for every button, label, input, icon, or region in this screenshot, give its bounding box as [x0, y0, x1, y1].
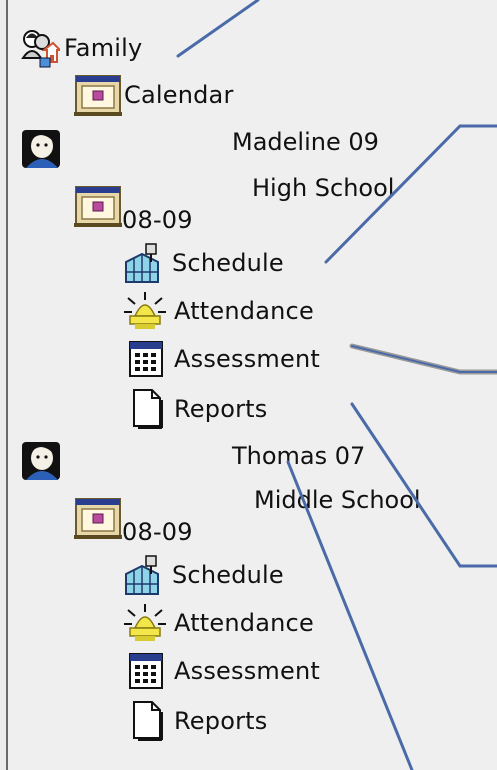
reports-icon [130, 388, 164, 430]
reports-label: Reports [174, 395, 268, 423]
calendar-icon [74, 72, 122, 118]
tree-node-student-thomas[interactable] [20, 440, 62, 482]
family-icon [20, 28, 60, 68]
tree-node-term-madeline[interactable]: 08-09 [74, 178, 193, 234]
tree-node-schedule-madeline[interactable]: Schedule [122, 242, 284, 284]
schedule-icon [122, 242, 162, 284]
reports-icon [130, 700, 164, 742]
tree-node-calendar[interactable]: Calendar [74, 72, 234, 118]
tree-node-family[interactable]: Family [20, 28, 142, 68]
tree-node-assessment-thomas[interactable]: Assessment [128, 652, 320, 690]
calendar-label: Calendar [124, 81, 234, 109]
calendar-icon [74, 495, 122, 541]
attendance-label: Attendance [174, 609, 314, 637]
assessment-label: Assessment [174, 657, 320, 685]
navigation-tree-panel: Family Calendar Madeline 09 High School … [6, 0, 497, 770]
attendance-label: Attendance [174, 297, 314, 325]
tree-node-attendance-madeline[interactable]: Attendance [122, 290, 314, 332]
schedule-icon [122, 554, 162, 596]
student-name-thomas: Thomas 07 [232, 442, 366, 470]
tree-node-reports-madeline[interactable]: Reports [130, 388, 267, 430]
tree-node-assessment-madeline[interactable]: Assessment [128, 340, 320, 378]
attendance-icon [122, 602, 168, 644]
student-school-madeline: High School [252, 174, 395, 202]
assessment-label: Assessment [174, 345, 320, 373]
student-icon [20, 440, 62, 482]
schedule-label: Schedule [172, 249, 284, 277]
term-label-thomas: 08-09 [122, 518, 193, 546]
family-label: Family [64, 34, 143, 62]
tree-node-term-thomas[interactable]: 08-09 [74, 490, 193, 546]
assessment-icon [128, 340, 164, 378]
reports-label: Reports [174, 707, 268, 735]
student-icon [20, 128, 62, 170]
tree-node-schedule-thomas[interactable]: Schedule [122, 554, 284, 596]
tree-node-student-madeline[interactable] [20, 128, 62, 170]
tree-node-attendance-thomas[interactable]: Attendance [122, 602, 314, 644]
attendance-icon [122, 290, 168, 332]
tree-node-reports-thomas[interactable]: Reports [130, 700, 267, 742]
student-school-thomas: Middle School [254, 486, 421, 514]
schedule-label: Schedule [172, 561, 284, 589]
assessment-icon [128, 652, 164, 690]
calendar-icon [74, 183, 122, 229]
term-label-madeline: 08-09 [122, 206, 193, 234]
student-name-madeline: Madeline 09 [232, 128, 379, 156]
